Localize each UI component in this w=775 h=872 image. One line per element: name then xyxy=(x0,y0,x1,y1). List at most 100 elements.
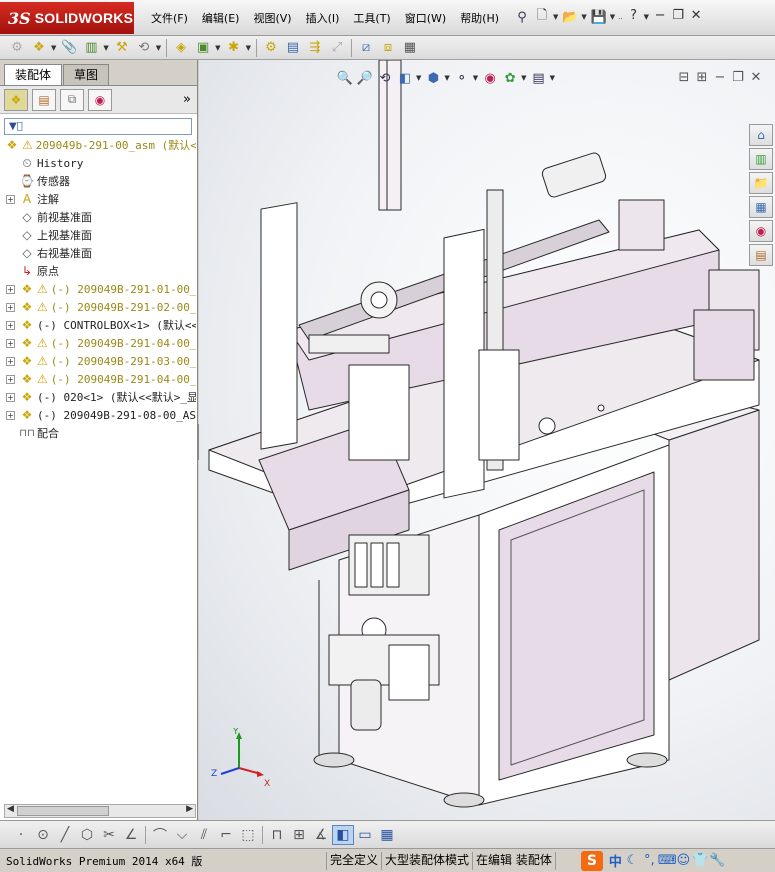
property-manager-icon[interactable]: ▤ xyxy=(32,88,56,111)
move-component-icon[interactable]: ⟲ xyxy=(133,38,155,58)
exploded-view-icon[interactable]: ⇶ xyxy=(304,38,326,58)
table-view-icon[interactable]: ▦ xyxy=(376,825,398,845)
doc-minimize-button[interactable]: − xyxy=(711,70,729,88)
circle-icon[interactable]: ⊙ xyxy=(32,825,54,845)
explode-line-sketch-icon[interactable]: ⤢ xyxy=(326,38,348,58)
grid-icon[interactable]: ⊞ xyxy=(288,825,310,845)
feature-manager-tree-icon[interactable]: ❖ xyxy=(4,88,28,111)
fillet-icon[interactable]: ⌒ xyxy=(149,825,171,845)
zoom-to-fit-icon[interactable]: 🔍 xyxy=(335,68,355,88)
split-vertical-icon[interactable]: ⊞ xyxy=(693,70,711,88)
assembly-model-view[interactable] xyxy=(199,60,775,820)
line-icon[interactable]: ╱ xyxy=(54,825,76,845)
interference-detection-icon[interactable]: ⧄ xyxy=(355,38,377,58)
chevron-down-icon[interactable]: ▼ xyxy=(553,13,558,21)
more-icon[interactable]: .. xyxy=(618,13,622,21)
menu-help[interactable]: 帮助(H) xyxy=(453,10,506,28)
chevron-down-icon[interactable]: ▼ xyxy=(215,44,220,52)
tree-item[interactable]: + A 注解 xyxy=(0,190,196,208)
ime-logo[interactable]: S xyxy=(580,850,603,871)
view-palette-icon[interactable]: ▦ xyxy=(749,196,773,218)
scroll-left-icon[interactable]: ◀ xyxy=(7,804,14,814)
tab-sketch[interactable]: 草图 xyxy=(63,64,110,85)
apply-scene-icon[interactable]: ✿ xyxy=(500,68,520,88)
menu-tools[interactable]: 工具(T) xyxy=(346,10,397,28)
expand-toggle-icon[interactable]: + xyxy=(6,356,15,366)
menu-window[interactable]: 窗口(W) xyxy=(398,10,453,28)
zoom-to-area-icon[interactable]: 🔎 xyxy=(355,68,375,88)
split-horizontal-icon[interactable]: ⊟ xyxy=(675,70,693,88)
wrench-icon[interactable]: 🔧 xyxy=(709,853,726,868)
shaded-view-icon[interactable]: ◧ xyxy=(332,824,354,845)
chevron-down-icon[interactable]: ▼ xyxy=(581,13,586,21)
file-explorer-icon[interactable]: 📁 xyxy=(749,172,773,194)
save-icon[interactable]: 💾 xyxy=(589,7,609,27)
home-icon[interactable]: ⌂ xyxy=(749,124,773,146)
moon-icon[interactable]: ☾ xyxy=(624,853,641,868)
tree-item[interactable]: ◇ 上视基准面 xyxy=(0,226,196,244)
expand-toggle-icon[interactable]: + xyxy=(6,302,15,312)
tree-item[interactable]: + ❖ (-) 020<1> (默认<<默认>_显 xyxy=(0,388,196,406)
chevron-down-icon[interactable]: ▼ xyxy=(246,44,251,52)
tree-filter-input[interactable]: ▼⃝ xyxy=(4,117,192,135)
offset-icon[interactable]: ⫽ xyxy=(193,825,215,845)
tree-item[interactable]: + ❖ (-) 209049B-291-08-00_ASM xyxy=(0,406,196,424)
linear-pattern-icon[interactable]: ▥ xyxy=(80,38,102,58)
scroll-right-icon[interactable]: ▶ xyxy=(186,804,193,814)
expand-tabs-icon[interactable]: » xyxy=(183,92,191,107)
expand-toggle-icon[interactable]: + xyxy=(6,410,15,420)
tree-item[interactable]: + ❖ ⚠ (-) 209049B-291-03-00_A xyxy=(0,352,196,370)
new-file-icon[interactable]: 🗋 xyxy=(532,7,552,27)
tree-item[interactable]: ⊓⊓ 配合 xyxy=(0,424,196,442)
doc-close-button[interactable]: ✕ xyxy=(747,70,765,88)
chamfer-icon[interactable]: ⌵ xyxy=(171,825,193,845)
close-button[interactable]: ✕ xyxy=(687,8,705,26)
tree-item[interactable]: + ❖ ⚠ (-) 209049B-291-04-00_A xyxy=(0,334,196,352)
expand-toggle-icon[interactable]: + xyxy=(6,320,15,330)
tree-item[interactable]: + ❖ (-) CONTROLBOX<1> (默认<<默 xyxy=(0,316,196,334)
view-settings-icon[interactable]: ▤ xyxy=(529,68,549,88)
expand-toggle-icon[interactable]: + xyxy=(6,392,15,402)
polygon-icon[interactable]: ⬡ xyxy=(76,825,98,845)
assembly-features-icon[interactable]: ▣ xyxy=(192,38,214,58)
custom-properties-icon[interactable]: ▤ xyxy=(749,244,773,266)
view-layout-icon[interactable]: ▭ xyxy=(354,825,376,845)
open-folder-icon[interactable]: 📂 xyxy=(560,7,580,27)
menu-file[interactable]: 文件(F) xyxy=(144,10,195,28)
tree-item[interactable]: ↳ 原点 xyxy=(0,262,196,280)
tab-assembly[interactable]: 装配体 xyxy=(4,64,63,85)
point-icon[interactable]: · xyxy=(10,825,32,845)
tree-item[interactable]: ◇ 右视基准面 xyxy=(0,244,196,262)
tree-item[interactable]: ⏲ History xyxy=(0,154,196,172)
minimize-button[interactable]: − xyxy=(651,8,669,26)
chevron-down-icon[interactable]: ▼ xyxy=(103,44,108,52)
smart-fasteners-icon[interactable]: ⚒ xyxy=(111,38,133,58)
expand-toggle-icon[interactable]: + xyxy=(6,338,15,348)
insert-components-icon[interactable]: ❖ xyxy=(28,38,50,58)
tree-item[interactable]: ⌚ 传感器 xyxy=(0,172,196,190)
user-icon[interactable]: ☺ xyxy=(675,853,692,868)
center-rectangle-icon[interactable]: ⬚ xyxy=(237,825,259,845)
bill-of-materials-icon[interactable]: ▤ xyxy=(282,38,304,58)
expand-toggle-icon[interactable]: + xyxy=(6,194,15,204)
chevron-down-icon[interactable]: ▼ xyxy=(416,74,421,82)
chevron-down-icon[interactable]: ▼ xyxy=(473,74,478,82)
graphics-area[interactable]: 🔍 🔎 ⟲ ◧ ▼ ⬢ ▼ ⚬ ▼ ◉ ✿ ▼ ▤ ▼ ⊟ ⊞ − ❐ ✕ ⌂ ▥ 📁 ▦… xyxy=(199,60,775,820)
keyboard-icon[interactable]: ⌨ xyxy=(658,853,677,868)
tree-item[interactable]: ◇ 前视基准面 xyxy=(0,208,196,226)
view-orientation-icon[interactable]: ⬢ xyxy=(423,68,443,88)
section-view-icon[interactable]: ◧ xyxy=(395,68,415,88)
resources-icon[interactable]: ▥ xyxy=(749,148,773,170)
restore-button[interactable]: ❐ xyxy=(669,8,687,26)
edit-component-icon[interactable]: ⚙ xyxy=(6,38,28,58)
chevron-down-icon[interactable]: ▼ xyxy=(444,74,449,82)
expand-toggle-icon[interactable]: + xyxy=(6,374,15,384)
chevron-down-icon[interactable]: ▼ xyxy=(156,44,161,52)
tree-item[interactable]: + ❖ ⚠ (-) 209049B-291-04-00_A xyxy=(0,370,196,388)
extend-icon[interactable]: ∠ xyxy=(120,825,142,845)
tree-item[interactable]: + ❖ ⚠ (-) 209049B-291-02-00_A xyxy=(0,298,196,316)
edit-appearance-icon[interactable]: ◉ xyxy=(480,68,500,88)
clearance-verification-icon[interactable]: ⧈ xyxy=(377,38,399,58)
new-motion-study-icon[interactable]: ⚙ xyxy=(260,38,282,58)
punctuation-icon[interactable]: °, xyxy=(641,853,658,868)
